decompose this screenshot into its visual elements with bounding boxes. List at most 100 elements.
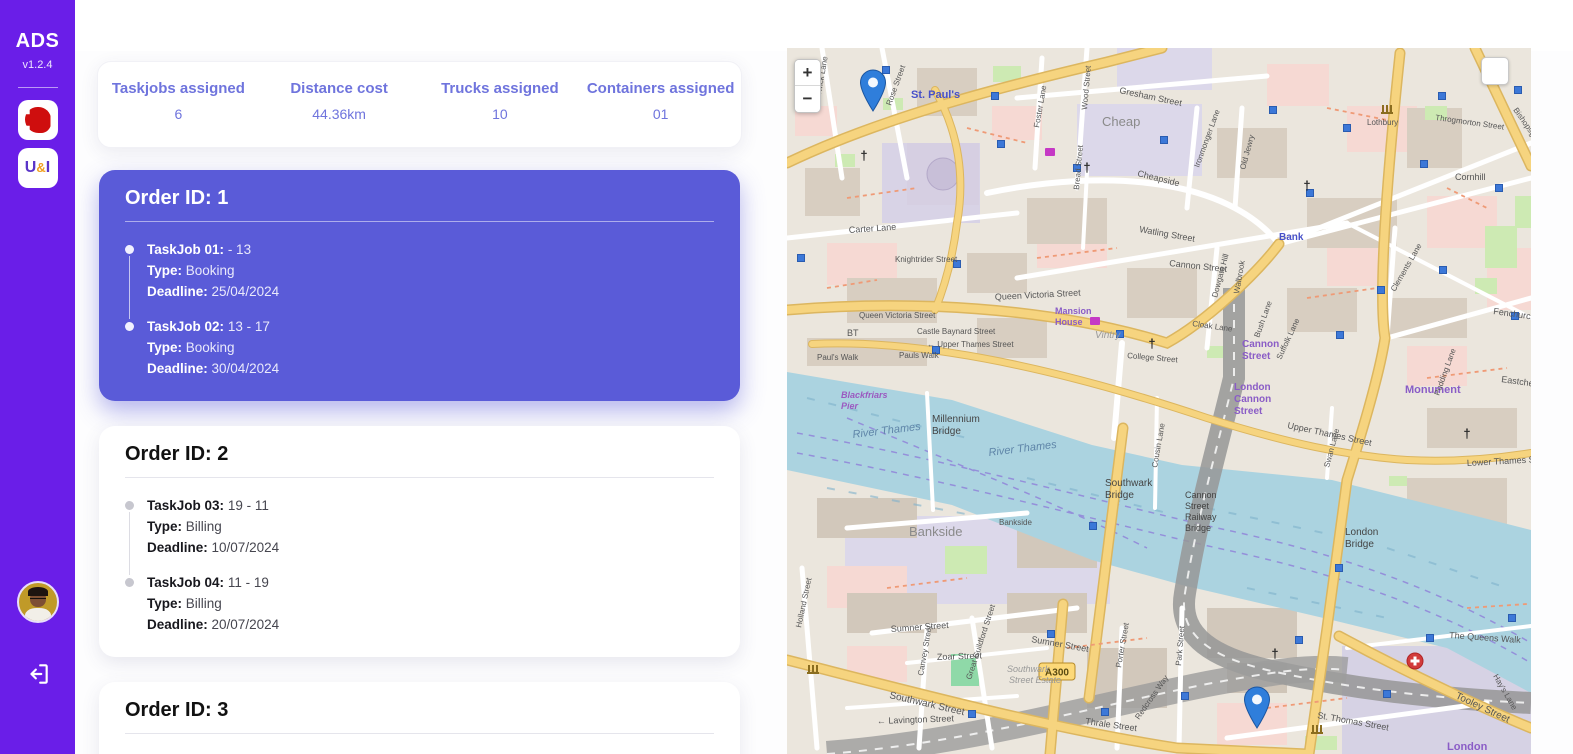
stat-item: Trucks assigned 10	[420, 80, 581, 147]
order-title: Order ID: 1	[125, 187, 229, 209]
taskjob-type: Type: Booking	[147, 340, 235, 355]
taskjob-list: TaskJob 01: - 13 Type: Booking Deadline: 2…	[125, 239, 714, 379]
taskjob-name: TaskJob 03: 19 - 11	[147, 498, 269, 513]
map-label: Knightrider Street	[895, 255, 958, 264]
stat-item: Distance cost 44.36km	[259, 80, 420, 147]
transit-stop-icon	[1269, 106, 1277, 114]
map-label: BT	[847, 328, 859, 338]
taskjob-name: TaskJob 02: 13 - 17	[147, 319, 270, 334]
museum-icon	[807, 672, 819, 674]
order-title: Order ID: 3	[125, 699, 229, 721]
museum-icon	[812, 665, 814, 672]
brand-logo: ADS	[15, 30, 60, 52]
order-card[interactable]: Order ID: 1 TaskJob 01: - 13 Type: Booking…	[99, 170, 740, 401]
taskjob-name: TaskJob 01: - 13	[147, 242, 252, 257]
shop-icon	[1090, 317, 1100, 325]
fullscreen-button[interactable]	[1481, 57, 1509, 85]
transit-stop-icon	[1508, 614, 1516, 622]
transit-stop-icon	[1101, 708, 1109, 716]
transit-stop-icon	[1420, 160, 1428, 168]
map-label: Mansion	[1055, 306, 1092, 316]
page-header	[75, 0, 1573, 51]
map-label: Millennium	[932, 414, 980, 425]
museum-icon	[808, 665, 810, 672]
transit-stop-icon	[991, 92, 999, 100]
sidebar: ADS v1.2.4 U&I	[0, 0, 75, 754]
church-icon: †	[1271, 646, 1278, 661]
map-label: London	[1345, 527, 1378, 538]
stat-label: Taskjobs assigned	[111, 80, 245, 97]
summary-stats-card: Taskjobs assigned 6 Distance cost 44.36km Tr…	[97, 61, 742, 148]
transit-stop-icon	[797, 254, 805, 262]
uandi-logo-icon[interactable]: U&I	[17, 148, 58, 188]
map-label: Blackfriars	[841, 390, 888, 400]
map-label: Street	[1185, 501, 1210, 511]
stat-value: 44.36km	[312, 106, 366, 122]
shop-icon	[1045, 148, 1055, 156]
map-label: House	[1055, 317, 1083, 327]
stat-item: Containers assigned 01	[580, 80, 741, 147]
stat-value: 01	[652, 106, 669, 122]
order-divider	[125, 733, 714, 734]
museum-icon	[1312, 725, 1314, 732]
church-icon: †	[1303, 178, 1310, 193]
stat-label: Trucks assigned	[441, 80, 559, 97]
church-icon: †	[1083, 160, 1090, 175]
taskjob-type: Type: Booking	[147, 263, 235, 278]
map-label: Cannon	[1242, 339, 1279, 350]
transit-stop-icon	[1343, 124, 1351, 132]
map-label: Cannon	[1234, 394, 1271, 405]
taskjob-name: TaskJob 04: 11 - 19	[147, 575, 269, 590]
taskjob-deadline: Deadline: 30/04/2024	[147, 361, 280, 376]
zoom-in-button[interactable]: +	[795, 60, 820, 86]
transit-stop-icon	[1181, 692, 1189, 700]
map-panel[interactable]: † † † † † † A300 St. Paul's Cheap Gresham Street C…	[787, 48, 1531, 754]
transit-stop-icon	[1295, 636, 1303, 644]
museum-icon	[1311, 732, 1323, 734]
taskjob-item: TaskJob 01: - 13 Type: Booking Deadline: 2…	[125, 239, 714, 319]
transit-stop-icon	[1335, 564, 1343, 572]
map-label: Street Estate	[1009, 675, 1061, 685]
map-label: Pier	[841, 401, 859, 411]
order-divider	[125, 221, 714, 222]
museum-icon	[1390, 105, 1392, 112]
map-label: Bankside	[999, 518, 1032, 527]
map-canvas[interactable]: ††††††A300St. Paul'sCheapGresham StreetC…	[787, 48, 1531, 754]
taskjob-deadline: Deadline: 20/07/2024	[147, 617, 280, 632]
taskjob-type: Type: Billing	[147, 596, 222, 611]
map-label: Southwark	[1007, 664, 1050, 674]
order-card[interactable]: Order ID: 3TaskJob 03: 19 - 11Type: Bill…	[99, 682, 740, 754]
taskjob-deadline: Deadline: 10/07/2024	[147, 540, 280, 555]
marker-dot	[1252, 694, 1262, 705]
map-label: Bridge	[1105, 490, 1134, 501]
transit-stop-icon	[1336, 331, 1344, 339]
transit-stop-icon	[1160, 136, 1168, 144]
zoom-out-button[interactable]: −	[795, 86, 820, 112]
transit-stop-icon	[1426, 634, 1434, 642]
red-logo-icon[interactable]	[17, 100, 58, 140]
stat-label: Containers assigned	[586, 80, 735, 97]
map-label: St. Paul's	[911, 89, 960, 101]
uandi-logo-text: U&I	[24, 159, 51, 176]
dispatching-app: { "theme": { "sidebar": "#6a1ee8", "acce…	[0, 0, 1573, 754]
church-icon: †	[1148, 336, 1155, 351]
map-label: Bankside	[909, 524, 962, 539]
brand-version: v1.2.4	[22, 59, 53, 71]
map-label: Cheap	[1102, 114, 1140, 129]
transit-stop-icon	[1439, 266, 1447, 274]
map-label: London	[1234, 382, 1271, 393]
museum-icon	[1316, 725, 1318, 732]
map-label: Street	[1234, 406, 1263, 417]
transit-stop-icon	[1377, 286, 1385, 294]
transit-stop-icon	[1495, 184, 1503, 192]
map-label: London	[1447, 741, 1488, 753]
taskjob-item: TaskJob 04: 11 - 19 Type: Billing Deadline…	[125, 572, 714, 635]
map-label: Queen Victoria Street	[859, 311, 936, 320]
map-label: Bridge	[932, 426, 961, 437]
logout-icon[interactable]	[25, 661, 51, 690]
stat-value: 10	[492, 106, 508, 122]
order-card[interactable]: Order ID: 2 TaskJob 03: 19 - 11 Type: Bill…	[99, 426, 740, 657]
red-logo-shape	[24, 107, 51, 133]
user-avatar[interactable]	[16, 581, 59, 623]
map-label: Cannon	[1185, 490, 1217, 500]
